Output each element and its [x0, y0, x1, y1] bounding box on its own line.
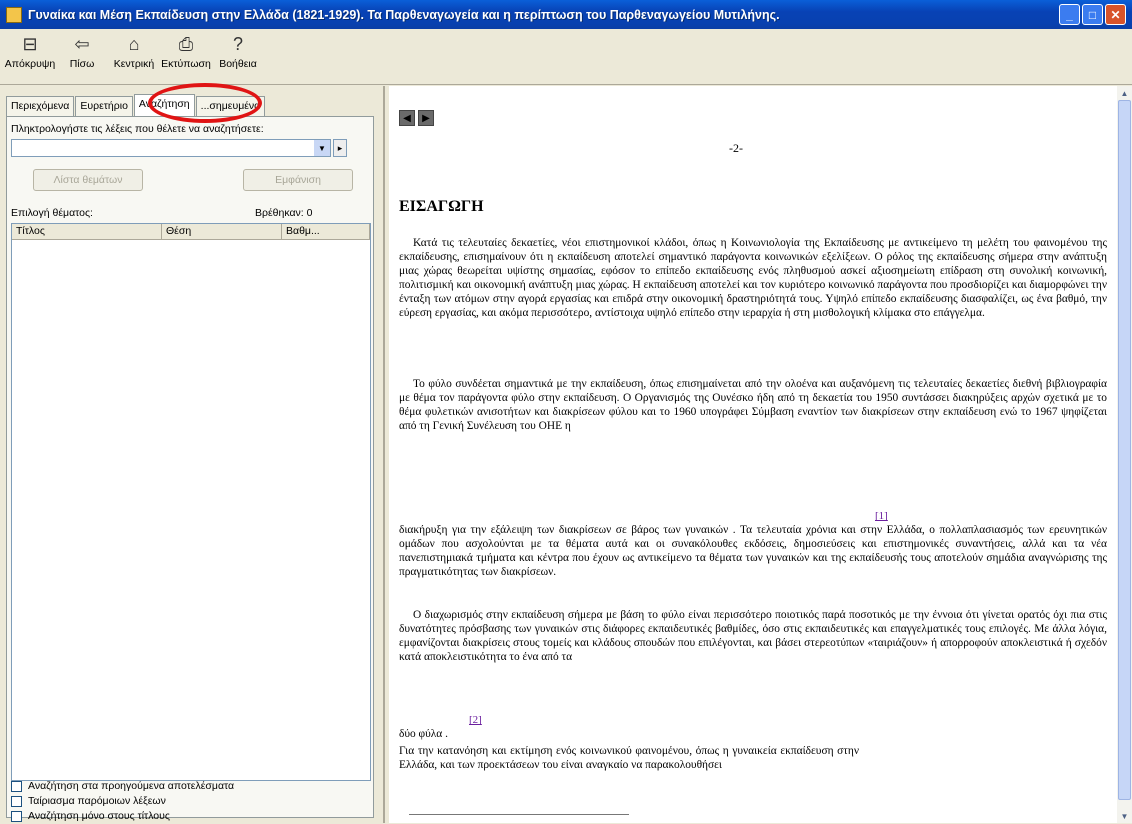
back-arrow-icon: ⇦: [74, 33, 90, 54]
scroll-thumb[interactable]: [1118, 100, 1131, 800]
footnote-divider: [409, 814, 629, 815]
home-icon: ⌂: [128, 33, 140, 54]
search-input[interactable]: ▼: [11, 139, 331, 157]
paragraph-1: Κατά τις τελευταίες δεκαετίες, νέοι επισ…: [399, 237, 1107, 320]
home-button[interactable]: ⌂ Κεντρική: [108, 29, 160, 84]
option-label: Ταίριασμα παρόμοιων λέξεων: [28, 795, 166, 807]
page-nav: ◀ ▶: [399, 110, 434, 126]
help-icon: ?: [232, 33, 243, 54]
tab-index[interactable]: Ευρετήριο: [75, 96, 133, 116]
home-label: Κεντρική: [113, 58, 155, 70]
page-number: -2-: [729, 141, 743, 155]
navigation-pane: Περιεχόμενα Ευρετήριο Αναζήτηση ...σημευ…: [0, 86, 385, 823]
toolbar: ⊟ Απόκρυψη ⇦ Πίσω ⌂ Κεντρική ⎙ Εκτύπωση …: [0, 29, 1132, 85]
window-title: Γυναίκα και Μέση Εκπαίδευση στην Ελλάδα …: [28, 7, 780, 22]
minimize-button[interactable]: _: [1059, 4, 1080, 25]
hide-icon: ⊟: [22, 33, 38, 54]
list-topics-button[interactable]: Λίστα θεμάτων: [33, 169, 143, 191]
scroll-up-icon[interactable]: ▲: [1117, 86, 1132, 100]
checkbox[interactable]: [11, 795, 22, 807]
maximize-button[interactable]: □: [1082, 4, 1103, 25]
checkbox[interactable]: [11, 810, 22, 822]
next-page-icon[interactable]: ▶: [418, 110, 434, 126]
app-icon: [6, 6, 22, 23]
back-label: Πίσω: [69, 58, 95, 70]
footnote-link-2[interactable]: [2]: [469, 714, 482, 726]
search-options: Αναζήτηση στα προηγούμενα αποτελέσματα Τ…: [11, 779, 234, 824]
highlight-circle: [148, 83, 262, 123]
title-bar: Γυναίκα και Μέση Εκπαίδευση στην Ελλάδα …: [0, 0, 1132, 29]
scroll-down-icon[interactable]: ▼: [1117, 809, 1132, 823]
vertical-scrollbar[interactable]: ▲ ▼: [1117, 86, 1132, 823]
section-heading: ΕΙΣΑΓΩΓΗ: [399, 198, 484, 215]
search-prompt: Πληκτρολογήστε τις λέξεις που θέλετε να …: [11, 123, 264, 135]
results-list[interactable]: Τίτλος Θέση Βαθμ...: [11, 223, 371, 781]
back-button[interactable]: ⇦ Πίσω: [56, 29, 108, 84]
help-label: Βοήθεια: [219, 58, 257, 70]
results-header: Τίτλος Θέση Βαθμ...: [12, 224, 370, 240]
paragraph-5: δύο φύλα .: [399, 728, 448, 740]
display-button[interactable]: Εμφάνιση: [243, 169, 353, 191]
checkbox[interactable]: [11, 780, 22, 792]
chevron-down-icon[interactable]: ▼: [314, 140, 330, 156]
option-match-similar[interactable]: Ταίριασμα παρόμοιων λέξεων: [11, 794, 234, 808]
search-panel: Πληκτρολογήστε τις λέξεις που θέλετε να …: [6, 116, 374, 822]
tab-contents[interactable]: Περιεχόμενα: [6, 96, 75, 116]
hide-button[interactable]: ⊟ Απόκρυψη: [4, 29, 56, 84]
select-topic-label: Επιλογή θέματος:: [11, 207, 93, 219]
column-title[interactable]: Τίτλος: [12, 224, 162, 239]
print-button[interactable]: ⎙ Εκτύπωση: [160, 29, 212, 84]
column-location[interactable]: Θέση: [162, 224, 282, 239]
paragraph-3: διακήρυξη για την εξάλειψη των διακρίσεω…: [399, 524, 1107, 579]
option-titles-only[interactable]: Αναζήτηση μόνο στους τίτλους: [11, 809, 234, 823]
option-label: Αναζήτηση μόνο στους τίτλους: [28, 810, 170, 822]
close-button[interactable]: ✕: [1105, 4, 1126, 25]
document-view: ◀ ▶ -2- ΕΙΣΑΓΩΓΗ Κατά τις τελευταίες δεκ…: [389, 86, 1117, 823]
paragraph-6: Για την κατανόηση και εκτίμηση ενός κοιν…: [399, 745, 859, 772]
footnote-link-1[interactable]: [1]: [875, 510, 888, 522]
search-go-button[interactable]: ▸: [333, 139, 347, 157]
column-rank[interactable]: Βαθμ...: [282, 224, 370, 239]
found-count: Βρέθηκαν: 0: [255, 207, 313, 219]
option-search-previous[interactable]: Αναζήτηση στα προηγούμενα αποτελέσματα: [11, 779, 234, 793]
hide-label: Απόκρυψη: [4, 58, 56, 70]
option-label: Αναζήτηση στα προηγούμενα αποτελέσματα: [28, 780, 235, 792]
print-icon: ⎙: [178, 33, 194, 54]
print-label: Εκτύπωση: [161, 58, 211, 70]
paragraph-4: Ο διαχωρισμός στην εκπαίδευση σήμερα με …: [399, 609, 1107, 664]
previous-page-icon[interactable]: ◀: [399, 110, 415, 126]
paragraph-2: Το φύλο συνδέεται σημαντικά με την εκπαί…: [399, 378, 1107, 433]
help-button[interactable]: ? Βοήθεια: [212, 29, 264, 84]
